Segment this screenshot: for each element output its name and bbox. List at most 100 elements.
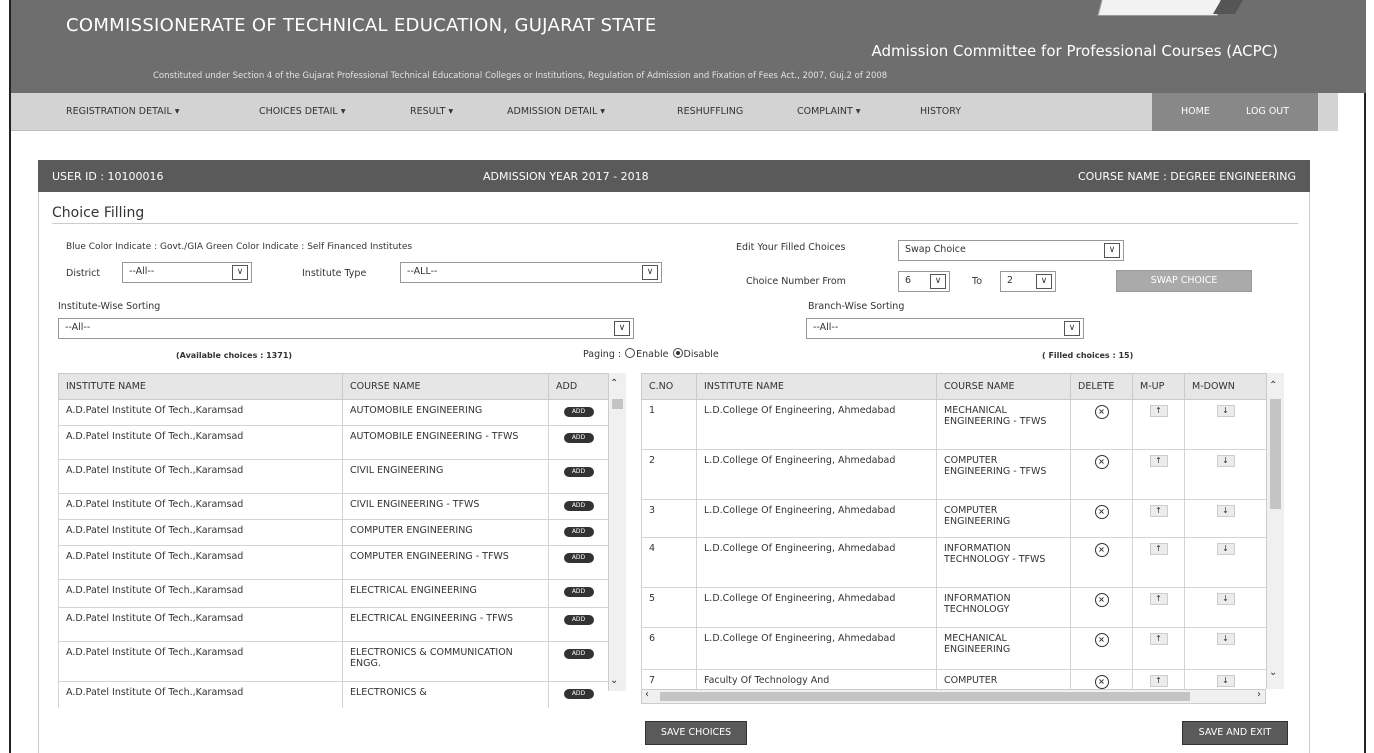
add-button[interactable]: ADD	[563, 433, 594, 443]
move-down-cell: ↓	[1184, 627, 1266, 670]
arrow-down-icon[interactable]: ↓	[1216, 455, 1235, 467]
admission-year: ADMISSION YEAR 2017 - 2018	[483, 170, 649, 183]
user-id: USER ID : 10100016	[52, 170, 164, 183]
delete-cell: ×	[1070, 399, 1133, 450]
scroll-thumb[interactable]	[1270, 399, 1281, 509]
color-legend: Blue Color Indicate : Govt./GIA Green Co…	[66, 242, 413, 252]
delete-cell: ×	[1070, 449, 1133, 500]
main-nav	[11, 93, 1336, 131]
add-button[interactable]: ADD	[563, 501, 594, 511]
arrow-up-icon[interactable]: ↑	[1149, 455, 1168, 467]
institute-name-cell: A.D.Patel Institute Of Tech.,Karamsad	[58, 545, 343, 580]
arrow-down-icon[interactable]: ↓	[1216, 675, 1235, 687]
table-row: A.D.Patel Institute Of Tech.,Karamsad AUT…	[58, 425, 608, 460]
circle-x-icon[interactable]: ×	[1094, 405, 1109, 419]
paging-disable-radio[interactable]	[672, 348, 683, 358]
arrow-down-icon[interactable]: ↓	[1216, 405, 1235, 417]
arrow-down-icon[interactable]: ↓	[1216, 543, 1235, 555]
counselling-tab[interactable]	[1097, 0, 1225, 16]
add-cell: ADD	[548, 399, 608, 426]
add-cell: ADD	[548, 681, 608, 708]
available-vertical-scrollbar[interactable]	[608, 373, 626, 691]
course-name-cell: COMPUTER ENGINEERING	[936, 499, 1071, 538]
nav-admission-detail[interactable]: ADMISSION DETAIL ▾	[507, 106, 605, 117]
arrow-up-icon[interactable]: ↑	[1149, 633, 1168, 645]
edit-choices-select[interactable]: Swap Choice ∨	[898, 240, 1124, 261]
swap-choice-button[interactable]: SWAP CHOICE	[1116, 270, 1252, 292]
arrow-down-icon[interactable]: ↓	[1216, 633, 1235, 645]
arrow-down-icon[interactable]: ↓	[1216, 593, 1235, 605]
filled-horizontal-scrollbar[interactable]: ‹ ›	[641, 689, 1266, 704]
choice-to-select[interactable]: 2 ∨	[1000, 271, 1056, 292]
institute-sort-select[interactable]: --All-- ∨	[58, 318, 634, 339]
move-down-cell: ↓	[1184, 449, 1266, 500]
arrow-up-icon[interactable]: ↑	[1149, 593, 1168, 605]
choice-from-select[interactable]: 6 ∨	[898, 271, 950, 292]
col-move-down: M-DOWN	[1184, 373, 1266, 400]
nav-logout[interactable]: LOG OUT	[1246, 106, 1289, 117]
move-up-cell: ↑	[1132, 537, 1185, 588]
institute-name-cell: L.D.College Of Engineering, Ahmedabad	[696, 399, 937, 450]
paging-enable-radio[interactable]	[625, 348, 636, 358]
add-button[interactable]: ADD	[563, 587, 594, 597]
nav-complaint[interactable]: COMPLAINT ▾	[797, 106, 861, 117]
circle-x-icon[interactable]: ×	[1094, 543, 1109, 557]
nav-history[interactable]: HISTORY	[920, 106, 961, 117]
scroll-left-icon[interactable]: ‹	[645, 689, 649, 700]
arrow-up-icon[interactable]: ↑	[1149, 405, 1168, 417]
institute-type-select[interactable]: --ALL-- ∨	[400, 262, 662, 283]
arrow-up-icon[interactable]: ↑	[1149, 543, 1168, 555]
arrow-up-icon[interactable]: ↑	[1149, 675, 1168, 687]
available-choices-count: (Available choices : 1371)	[176, 351, 293, 360]
nav-choices-detail[interactable]: CHOICES DETAIL ▾	[259, 106, 346, 117]
choice-no-cell: 3	[641, 499, 697, 538]
circle-x-icon[interactable]: ×	[1094, 633, 1109, 647]
course-name-cell: AUTOMOBILE ENGINEERING	[342, 399, 549, 426]
table-row: A.D.Patel Institute Of Tech.,Karamsad AUT…	[58, 399, 608, 426]
add-button[interactable]: ADD	[563, 467, 594, 477]
institute-type-value: --ALL--	[407, 266, 438, 277]
nav-registration-detail[interactable]: REGISTRATION DETAIL ▾	[66, 106, 180, 117]
scroll-down-icon[interactable]: ⌄	[610, 675, 618, 686]
circle-x-icon[interactable]: ×	[1094, 505, 1109, 519]
district-label: District	[66, 268, 101, 279]
col-add: ADD	[548, 373, 608, 400]
add-button[interactable]: ADD	[563, 407, 594, 417]
branch-sort-select[interactable]: --All-- ∨	[806, 318, 1084, 339]
filled-vertical-scrollbar[interactable]	[1266, 373, 1284, 689]
delete-cell: ×	[1070, 499, 1133, 538]
institute-name-cell: A.D.Patel Institute Of Tech.,Karamsad	[58, 459, 343, 494]
add-button[interactable]: ADD	[563, 553, 594, 563]
nav-result[interactable]: RESULT ▾	[410, 106, 453, 117]
paging-label: Paging :	[583, 349, 622, 360]
nav-reshuffling[interactable]: RESHUFFLING	[677, 106, 743, 117]
add-button[interactable]: ADD	[563, 649, 594, 659]
chevron-down-icon: ∨	[642, 265, 658, 280]
chevron-down-icon: ∨	[930, 274, 946, 289]
circle-x-icon[interactable]: ×	[1094, 675, 1109, 689]
scroll-right-icon[interactable]: ›	[1257, 689, 1261, 700]
scroll-up-icon[interactable]: ⌃	[610, 378, 618, 389]
arrow-down-icon[interactable]: ↓	[1216, 505, 1235, 517]
info-bar: USER ID : 10100016 ADMISSION YEAR 2017 -…	[38, 160, 1310, 192]
add-button[interactable]: ADD	[563, 615, 594, 625]
save-choices-button[interactable]: SAVE CHOICES	[645, 721, 747, 745]
district-select[interactable]: --All-- ∨	[122, 262, 252, 283]
scroll-up-icon[interactable]: ⌃	[1269, 380, 1277, 391]
table-row: 6 L.D.College Of Engineering, Ahmedabad ME…	[641, 627, 1266, 670]
paging-disable-label: Disable	[683, 349, 719, 360]
add-button[interactable]: ADD	[563, 527, 594, 537]
nav-home[interactable]: HOME	[1181, 106, 1210, 117]
save-and-exit-button[interactable]: SAVE AND EXIT	[1182, 721, 1288, 745]
arrow-up-icon[interactable]: ↑	[1149, 505, 1168, 517]
filled-header-row: C.NO INSTITUTE NAME COURSE NAME DELETE M…	[641, 373, 1266, 400]
scroll-down-icon[interactable]: ⌄	[1269, 667, 1277, 678]
circle-x-icon[interactable]: ×	[1094, 593, 1109, 607]
col-course-name: COURSE NAME	[342, 373, 549, 400]
add-button[interactable]: ADD	[563, 689, 594, 699]
scroll-thumb[interactable]	[660, 692, 1190, 701]
circle-x-icon[interactable]: ×	[1094, 455, 1109, 469]
choice-from-label: Choice Number From	[746, 276, 846, 287]
scroll-thumb[interactable]	[612, 399, 623, 409]
institute-sort-value: --All--	[65, 322, 91, 333]
